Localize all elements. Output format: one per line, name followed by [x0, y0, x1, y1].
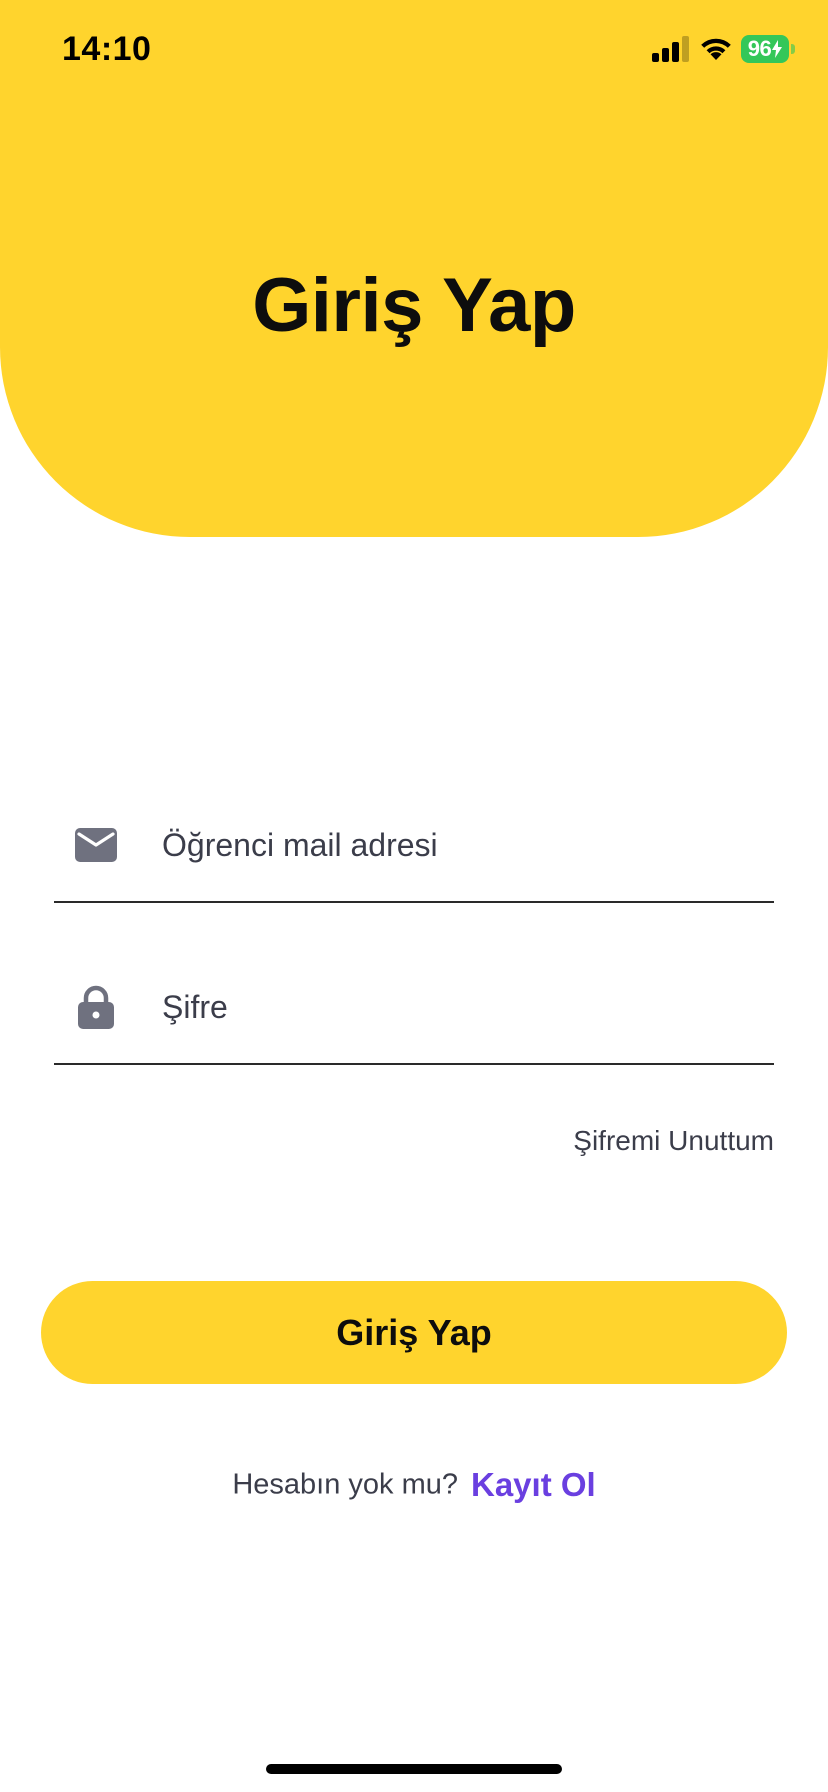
status-bar: 14:10 96 [0, 0, 828, 100]
password-field[interactable] [54, 955, 774, 1065]
mail-icon [74, 823, 118, 867]
wifi-icon [701, 38, 731, 60]
cellular-signal-icon [652, 36, 689, 62]
status-time: 14:10 [62, 30, 152, 68]
battery-level: 96 [747, 36, 772, 61]
login-button[interactable]: Giriş Yap [41, 1281, 787, 1384]
charging-bolt-icon [772, 40, 783, 58]
register-link[interactable]: Kayıt Ol [471, 1466, 596, 1503]
email-input[interactable] [162, 815, 762, 875]
register-row: Hesabın yok mu? Kayıt Ol [0, 1466, 828, 1504]
password-input[interactable] [162, 977, 762, 1037]
home-indicator[interactable] [266, 1764, 562, 1774]
forgot-password-link[interactable]: Şifremi Unuttum [573, 1125, 774, 1157]
lock-icon [74, 985, 118, 1029]
email-field[interactable] [54, 793, 774, 903]
register-prompt: Hesabın yok mu? [232, 1468, 458, 1501]
page-title: Giriş Yap [252, 263, 576, 348]
battery-icon: 96 [741, 35, 789, 63]
battery-cap [791, 44, 795, 54]
